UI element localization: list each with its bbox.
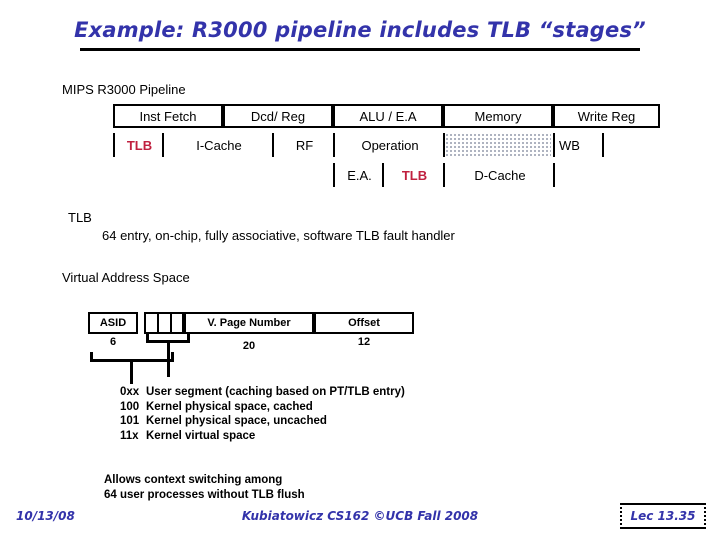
footer-attribution: Kubiatowicz CS162 ©UCB Fall 2008 — [241, 509, 479, 523]
pipeline-cell-wb: WB — [559, 137, 580, 153]
pipeline-stage-header-dcd-reg: Dcd/ Reg — [223, 104, 333, 128]
segment-row: 100 Kernel physical space, cached — [120, 400, 405, 415]
footer-lecture-number: Lec 13.35 — [630, 509, 696, 523]
pipeline-cell-operation: Operation — [361, 137, 419, 153]
page-title: Example: R3000 pipeline includes TLB “st… — [74, 18, 646, 42]
pipeline-tick — [553, 163, 555, 187]
address-field-segment-bits — [144, 312, 184, 334]
pipeline-stage-header-inst-fetch: Inst Fetch — [113, 104, 223, 128]
pipeline-cell-tlb-if: TLB — [126, 137, 153, 153]
pipeline-tick — [443, 163, 445, 187]
pipeline-cell-rf: RF — [295, 137, 314, 153]
pipeline-cell-icache: I-Cache — [196, 137, 242, 153]
brace-segment-bits — [146, 334, 190, 343]
address-width-offset: 12 — [357, 336, 371, 348]
pipeline-tick — [162, 133, 164, 157]
bit-divider — [157, 314, 159, 332]
pipeline-tick — [443, 133, 445, 157]
pipeline-tick — [333, 163, 335, 187]
segment-code: 101 — [120, 415, 140, 427]
pipeline-tick — [113, 133, 115, 157]
tlb-heading: TLB — [68, 210, 92, 225]
address-field-offset: Offset — [314, 312, 414, 334]
pipeline-tick — [553, 133, 555, 157]
address-field-asid: ASID — [88, 312, 138, 334]
brace-asid — [90, 352, 174, 362]
virtual-address-space-heading: Virtual Address Space — [62, 270, 190, 285]
tlb-description: 64 entry, on-chip, fully associative, so… — [102, 228, 455, 243]
brace-stem-asid — [130, 362, 133, 384]
segment-text: User segment (caching based on PT/TLB en… — [146, 386, 405, 398]
segment-text: Kernel physical space, uncached — [146, 415, 327, 427]
pipeline-cell-ea: E.A. — [347, 167, 372, 183]
segment-text: Kernel virtual space — [146, 429, 256, 442]
address-width-vpn: 20 — [242, 340, 256, 352]
segment-table: 0xx User segment (caching based on PT/TLB… — [120, 385, 405, 443]
pipeline-tick — [272, 133, 274, 157]
pipeline-stage-header-memory: Memory — [443, 104, 553, 128]
brace-stem-segment-bits — [167, 343, 170, 377]
segment-row: 101 Kernel physical space, uncached — [120, 414, 405, 429]
context-switch-note-line: 64 user processes without TLB flush — [104, 488, 305, 501]
context-switch-note-line: Allows context switching among — [104, 474, 283, 486]
memory-stall-hatch — [446, 134, 551, 156]
segment-code: 11x — [120, 429, 139, 442]
pipeline-stage-header-alu-ea: ALU / E.A — [333, 104, 443, 128]
segment-code: 0xx — [120, 386, 140, 398]
segment-code: 100 — [120, 400, 140, 413]
pipeline-cell-dcache: D-Cache — [474, 167, 526, 183]
pipeline-tick — [382, 163, 384, 187]
segment-row: 11x Kernel virtual space — [120, 429, 405, 444]
address-field-vpn: V. Page Number — [184, 312, 314, 334]
pipeline-label: MIPS R3000 Pipeline — [62, 82, 186, 97]
pipeline-tick — [602, 133, 604, 157]
context-switch-note: Allows context switching among 64 user p… — [104, 473, 305, 502]
segment-row: 0xx User segment (caching based on PT/TLB… — [120, 385, 405, 400]
pipeline-tick — [333, 133, 335, 157]
pipeline-stage-header-write-reg: Write Reg — [553, 104, 660, 128]
segment-text: Kernel physical space, cached — [146, 400, 313, 413]
title-underline — [80, 48, 640, 51]
bit-divider — [170, 314, 172, 332]
slide-root: Example: R3000 pipeline includes TLB “st… — [0, 0, 720, 540]
pipeline-cell-tlb-mem: TLB — [401, 167, 428, 183]
footer-lecture-box: Lec 13.35 — [620, 503, 706, 529]
address-width-asid: 6 — [109, 336, 117, 348]
